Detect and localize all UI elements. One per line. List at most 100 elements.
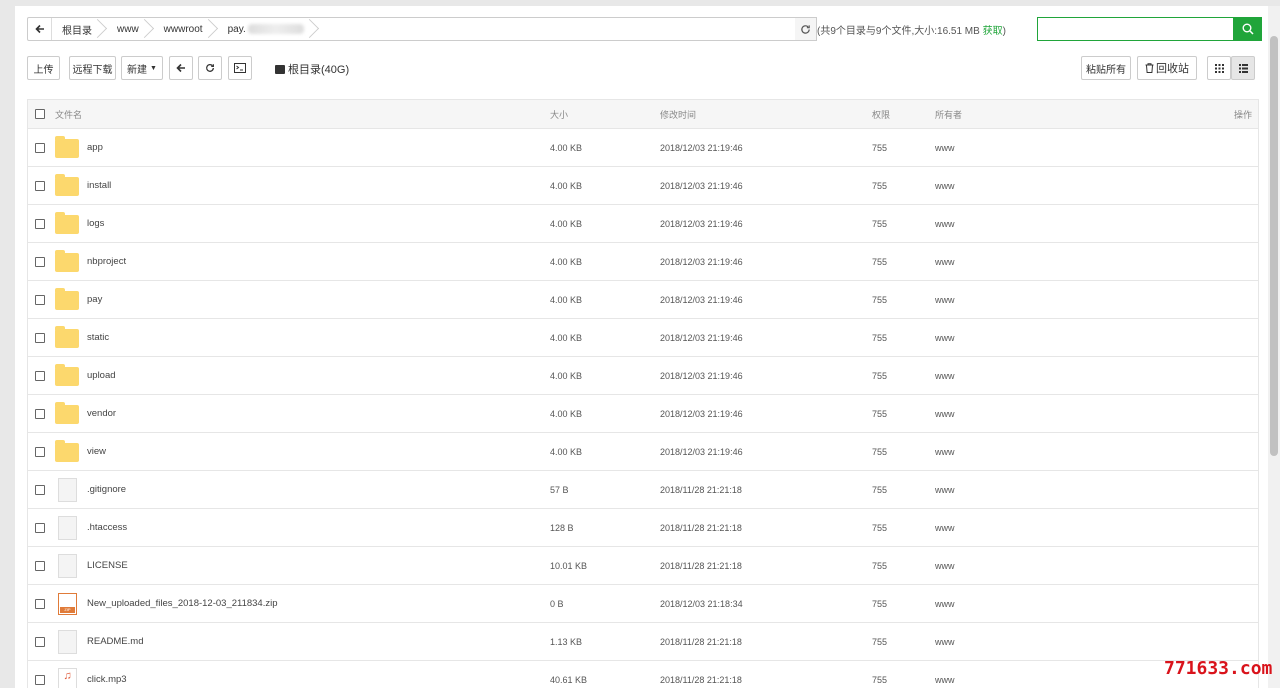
table-row[interactable]: pay 4.00 KB 2018/12/03 21:19:46 755 www (28, 281, 1258, 319)
refresh-button[interactable] (198, 56, 222, 80)
new-dropdown-button[interactable]: 新建 ▼ (121, 56, 163, 80)
row-checkbox[interactable] (35, 674, 45, 685)
table-row[interactable]: app 4.00 KB 2018/12/03 21:19:46 755 www (28, 129, 1258, 167)
table-row[interactable]: LICENSE 10.01 KB 2018/11/28 21:21:18 755 www (28, 547, 1258, 585)
file-owner[interactable]: www (935, 281, 955, 318)
scrollbar-thumb[interactable] (1270, 36, 1278, 456)
table-row[interactable]: .gitignore 57 B 2018/11/28 21:21:18 755 www (28, 471, 1258, 509)
table-row[interactable]: vendor 4.00 KB 2018/12/03 21:19:46 755 www (28, 395, 1258, 433)
header-mtime[interactable]: 修改时间 (660, 100, 696, 128)
crumb-wwwroot[interactable]: wwwroot (154, 18, 212, 40)
row-checkbox[interactable] (35, 636, 45, 647)
file-name[interactable]: .gitignore (87, 471, 126, 508)
file-perm[interactable]: 755 (872, 471, 887, 508)
terminal-button[interactable] (228, 56, 252, 80)
file-name[interactable]: New_uploaded_files_2018-12-03_211834.zip (87, 585, 278, 622)
file-name[interactable]: logs (87, 205, 104, 242)
file-perm[interactable]: 755 (872, 585, 887, 622)
file-perm[interactable]: 755 (872, 243, 887, 280)
refresh-path-button[interactable] (795, 17, 817, 41)
file-perm[interactable]: 755 (872, 205, 887, 242)
table-row[interactable]: README.md 1.13 KB 2018/11/28 21:21:18 755 ww… (28, 623, 1258, 661)
crumb-root[interactable]: 根目录 (52, 18, 101, 40)
header-name[interactable]: 文件名 (55, 100, 82, 128)
search-button[interactable] (1234, 17, 1262, 41)
crumb-site[interactable]: pay. (218, 18, 313, 40)
file-name[interactable]: pay (87, 281, 102, 318)
disk-info[interactable]: 根目录(40G) (275, 61, 349, 77)
remote-download-button[interactable]: 远程下载 (69, 56, 116, 80)
file-owner[interactable]: www (935, 661, 955, 688)
file-owner[interactable]: www (935, 243, 955, 280)
file-perm[interactable]: 755 (872, 509, 887, 546)
header-perm[interactable]: 权限 (872, 100, 890, 128)
grid-view-button[interactable] (1207, 56, 1231, 80)
table-row[interactable]: view 4.00 KB 2018/12/03 21:19:46 755 www (28, 433, 1258, 471)
back-dir-button[interactable] (169, 56, 193, 80)
row-checkbox[interactable] (35, 256, 45, 267)
file-owner[interactable]: www (935, 205, 955, 242)
file-name[interactable]: .htaccess (87, 509, 127, 546)
file-owner[interactable]: www (935, 471, 955, 508)
table-row[interactable]: ♫ click.mp3 40.61 KB 2018/11/28 21:21:18 755… (28, 661, 1258, 688)
select-all-checkbox[interactable] (35, 109, 45, 119)
vertical-scrollbar[interactable] (1268, 6, 1280, 688)
row-checkbox[interactable] (35, 218, 45, 229)
table-row[interactable]: upload 4.00 KB 2018/12/03 21:19:46 755 www (28, 357, 1258, 395)
row-checkbox[interactable] (35, 560, 45, 571)
row-checkbox[interactable] (35, 598, 45, 609)
row-checkbox[interactable] (35, 142, 45, 153)
back-button[interactable] (28, 18, 52, 40)
row-checkbox[interactable] (35, 446, 45, 457)
file-name[interactable]: install (87, 167, 111, 204)
file-owner[interactable]: www (935, 357, 955, 394)
upload-button[interactable]: 上传 (27, 56, 60, 80)
file-name[interactable]: nbproject (87, 243, 126, 280)
row-checkbox[interactable] (35, 180, 45, 191)
row-checkbox[interactable] (35, 484, 45, 495)
file-name[interactable]: LICENSE (87, 547, 128, 584)
list-view-button[interactable] (1231, 56, 1255, 80)
file-name[interactable]: app (87, 129, 103, 166)
file-name[interactable]: view (87, 433, 106, 470)
file-name[interactable]: click.mp3 (87, 661, 127, 688)
file-perm[interactable]: 755 (872, 547, 887, 584)
table-row[interactable]: New_uploaded_files_2018-12-03_211834.zip… (28, 585, 1258, 623)
row-checkbox[interactable] (35, 370, 45, 381)
file-owner[interactable]: www (935, 319, 955, 356)
table-row[interactable]: install 4.00 KB 2018/12/03 21:19:46 755 www (28, 167, 1258, 205)
search-input[interactable] (1037, 17, 1234, 41)
row-checkbox[interactable] (35, 408, 45, 419)
fetch-size-link[interactable]: 获取 (983, 26, 1003, 37)
file-owner[interactable]: www (935, 547, 955, 584)
file-owner[interactable]: www (935, 433, 955, 470)
file-perm[interactable]: 755 (872, 623, 887, 660)
table-row[interactable]: logs 4.00 KB 2018/12/03 21:19:46 755 www (28, 205, 1258, 243)
row-checkbox[interactable] (35, 522, 45, 533)
table-row[interactable]: .htaccess 128 B 2018/11/28 21:21:18 755 www (28, 509, 1258, 547)
file-name[interactable]: README.md (87, 623, 143, 660)
file-perm[interactable]: 755 (872, 395, 887, 432)
file-owner[interactable]: www (935, 623, 955, 660)
file-perm[interactable]: 755 (872, 167, 887, 204)
file-perm[interactable]: 755 (872, 281, 887, 318)
file-name[interactable]: vendor (87, 395, 116, 432)
header-size[interactable]: 大小 (550, 100, 568, 128)
table-row[interactable]: nbproject 4.00 KB 2018/12/03 21:19:46 755 ww… (28, 243, 1258, 281)
file-perm[interactable]: 755 (872, 357, 887, 394)
path-input-area[interactable] (313, 18, 804, 40)
file-name[interactable]: upload (87, 357, 116, 394)
row-checkbox[interactable] (35, 332, 45, 343)
file-perm[interactable]: 755 (872, 661, 887, 688)
file-perm[interactable]: 755 (872, 319, 887, 356)
file-perm[interactable]: 755 (872, 129, 887, 166)
recycle-bin-button[interactable]: 回收站 (1137, 56, 1197, 80)
row-checkbox[interactable] (35, 294, 45, 305)
file-owner[interactable]: www (935, 585, 955, 622)
file-perm[interactable]: 755 (872, 433, 887, 470)
crumb-www[interactable]: www (107, 18, 148, 40)
file-owner[interactable]: www (935, 395, 955, 432)
file-owner[interactable]: www (935, 167, 955, 204)
file-owner[interactable]: www (935, 509, 955, 546)
table-row[interactable]: static 4.00 KB 2018/12/03 21:19:46 755 www (28, 319, 1258, 357)
